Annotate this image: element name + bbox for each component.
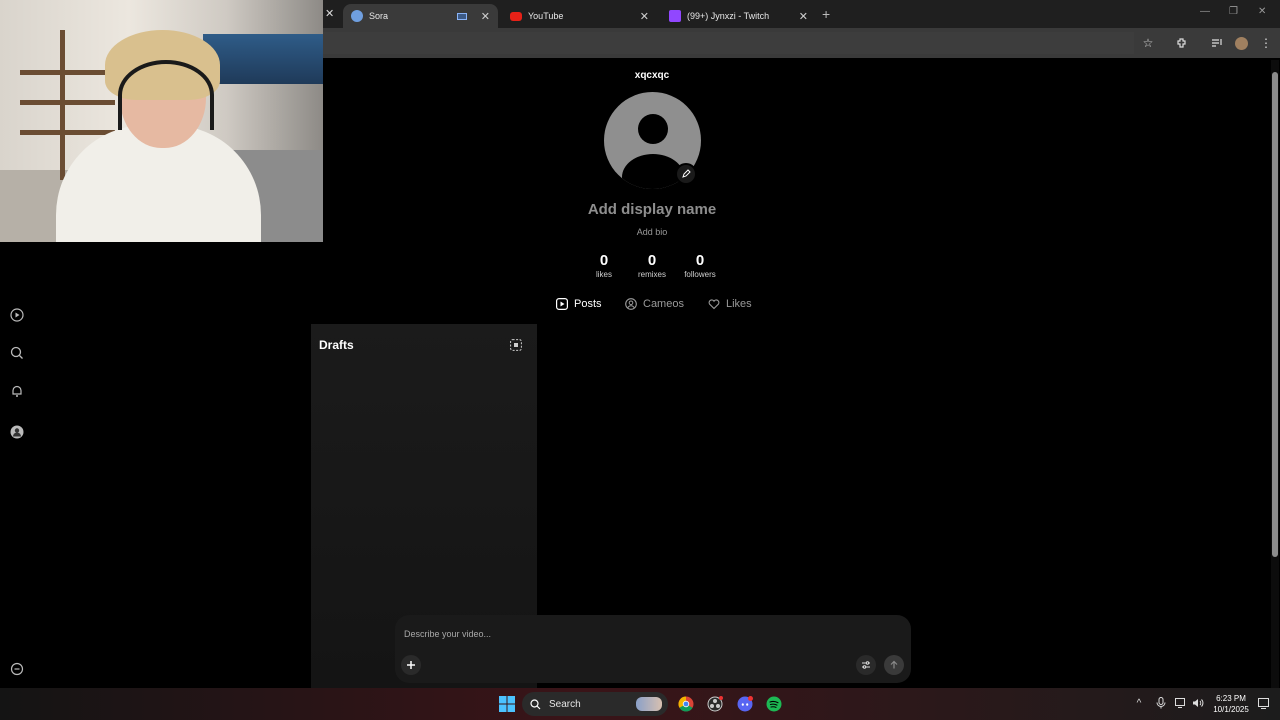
sliders-icon: [862, 661, 870, 669]
tab-close-button[interactable]: ✕: [325, 7, 334, 20]
add-bio-button[interactable]: Add bio: [592, 227, 712, 237]
taskbar-search[interactable]: Search: [522, 692, 668, 716]
stat-label: likes: [595, 270, 612, 279]
obs-app-icon[interactable]: [704, 693, 726, 715]
settings-sliders-button[interactable]: [856, 655, 876, 675]
notifications-bell-icon[interactable]: [9, 383, 25, 399]
close-window-icon[interactable]: ✕: [1258, 6, 1266, 17]
plus-icon: [407, 661, 415, 669]
more-menu-icon[interactable]: ⋮: [1258, 35, 1274, 51]
webcam-window: [203, 34, 323, 84]
clock-time: 6:23 PM: [1216, 694, 1246, 703]
webcam-shelf: [20, 100, 115, 105]
tab-title: Sora: [369, 11, 389, 21]
taskbar-search-label: Search: [549, 698, 581, 710]
describe-video-input[interactable]: [404, 629, 864, 639]
show-hidden-icons-icon[interactable]: ^: [1131, 695, 1147, 711]
restore-icon[interactable]: ❐: [1229, 6, 1238, 17]
stat-label: remixes: [637, 270, 666, 279]
stat-followers[interactable]: 0 followers: [675, 252, 725, 279]
volume-icon[interactable]: [1190, 695, 1206, 711]
twitch-favicon-icon: [669, 10, 681, 22]
windows-start-icon[interactable]: [496, 693, 518, 715]
stat-label: followers: [684, 270, 716, 279]
tab-close-button[interactable]: ✕: [640, 10, 649, 23]
stat-value: 0: [599, 252, 609, 269]
stat-remixes: 0 remixes: [627, 252, 677, 279]
windows-taskbar: Search ^ 6:23 PM 10/1/2025: [0, 688, 1280, 720]
profile-icon[interactable]: [9, 424, 25, 440]
home-feed-icon[interactable]: [9, 307, 25, 323]
tab-sora[interactable]: Sora ✕: [343, 4, 498, 28]
tab-posts[interactable]: Posts: [556, 296, 602, 312]
tab-close-button[interactable]: ✕: [481, 10, 490, 23]
tab-youtube[interactable]: YouTube ✕: [502, 4, 657, 28]
clock-date: 10/1/2025: [1213, 705, 1249, 714]
stat-likes: 0 likes: [579, 252, 629, 279]
webcam-headphones: [118, 60, 214, 130]
picture-in-picture-icon[interactable]: [456, 12, 467, 20]
search-icon[interactable]: [9, 345, 25, 361]
submit-button[interactable]: [884, 655, 904, 675]
scrollbar-thumb[interactable]: [1272, 72, 1278, 557]
add-attachment-button[interactable]: [401, 655, 421, 675]
settings-more-icon[interactable]: [9, 661, 25, 677]
taskbar-clock[interactable]: 6:23 PM 10/1/2025: [1208, 693, 1254, 715]
bookmark-star-icon[interactable]: ☆: [1140, 35, 1156, 51]
tab-title: YouTube: [528, 11, 564, 21]
search-icon: [530, 698, 541, 709]
spotify-app-icon[interactable]: [763, 693, 785, 715]
tab-label: Likes: [726, 298, 752, 310]
webcam-overlay: [0, 0, 323, 242]
person-circle-icon: [625, 298, 637, 310]
tab-label: Cameos: [643, 298, 684, 310]
tab-label: Posts: [574, 298, 602, 310]
stat-value: 0: [647, 252, 657, 269]
profile-username: xqcxqc: [634, 70, 670, 81]
sora-favicon-icon: [351, 10, 363, 22]
tab-likes[interactable]: Likes: [708, 296, 752, 312]
extensions-icon[interactable]: [1174, 35, 1190, 51]
profile-avatar-icon[interactable]: [1233, 35, 1249, 51]
tab-cameos[interactable]: Cameos: [625, 296, 684, 312]
microphone-icon[interactable]: [1153, 695, 1169, 711]
address-bar[interactable]: [322, 32, 1134, 54]
webcam-shelf: [20, 130, 115, 135]
stat-value: 0: [695, 252, 705, 269]
minimize-icon[interactable]: —: [1200, 6, 1210, 17]
prompt-composer: [395, 615, 911, 683]
youtube-favicon-icon: [510, 11, 522, 21]
tab-twitch[interactable]: (99+) Jynxzi - Twitch ✕: [661, 4, 816, 28]
notifications-icon[interactable]: [1255, 695, 1271, 711]
drafts-expand-icon[interactable]: [510, 338, 522, 351]
add-display-name-button[interactable]: Add display name: [552, 201, 752, 218]
pencil-icon: [682, 169, 691, 178]
tab-title: (99+) Jynxzi - Twitch: [687, 11, 770, 21]
webcam-shelf: [60, 30, 65, 180]
media-controls-icon[interactable]: [1209, 35, 1225, 51]
network-icon[interactable]: [1173, 695, 1189, 711]
search-highlight-icon: [636, 697, 662, 711]
arrow-up-icon: [890, 660, 898, 669]
discord-app-icon[interactable]: [734, 693, 756, 715]
page-scrollbar[interactable]: [1271, 60, 1279, 688]
chrome-app-icon[interactable]: [675, 693, 697, 715]
drafts-title: Drafts: [319, 338, 354, 352]
tab-close-button[interactable]: ✕: [799, 10, 808, 23]
webcam-shelf: [20, 70, 115, 75]
play-square-icon: [556, 298, 568, 310]
heart-icon: [708, 298, 720, 310]
new-tab-button[interactable]: +: [822, 6, 830, 22]
edit-avatar-button[interactable]: [675, 163, 697, 185]
